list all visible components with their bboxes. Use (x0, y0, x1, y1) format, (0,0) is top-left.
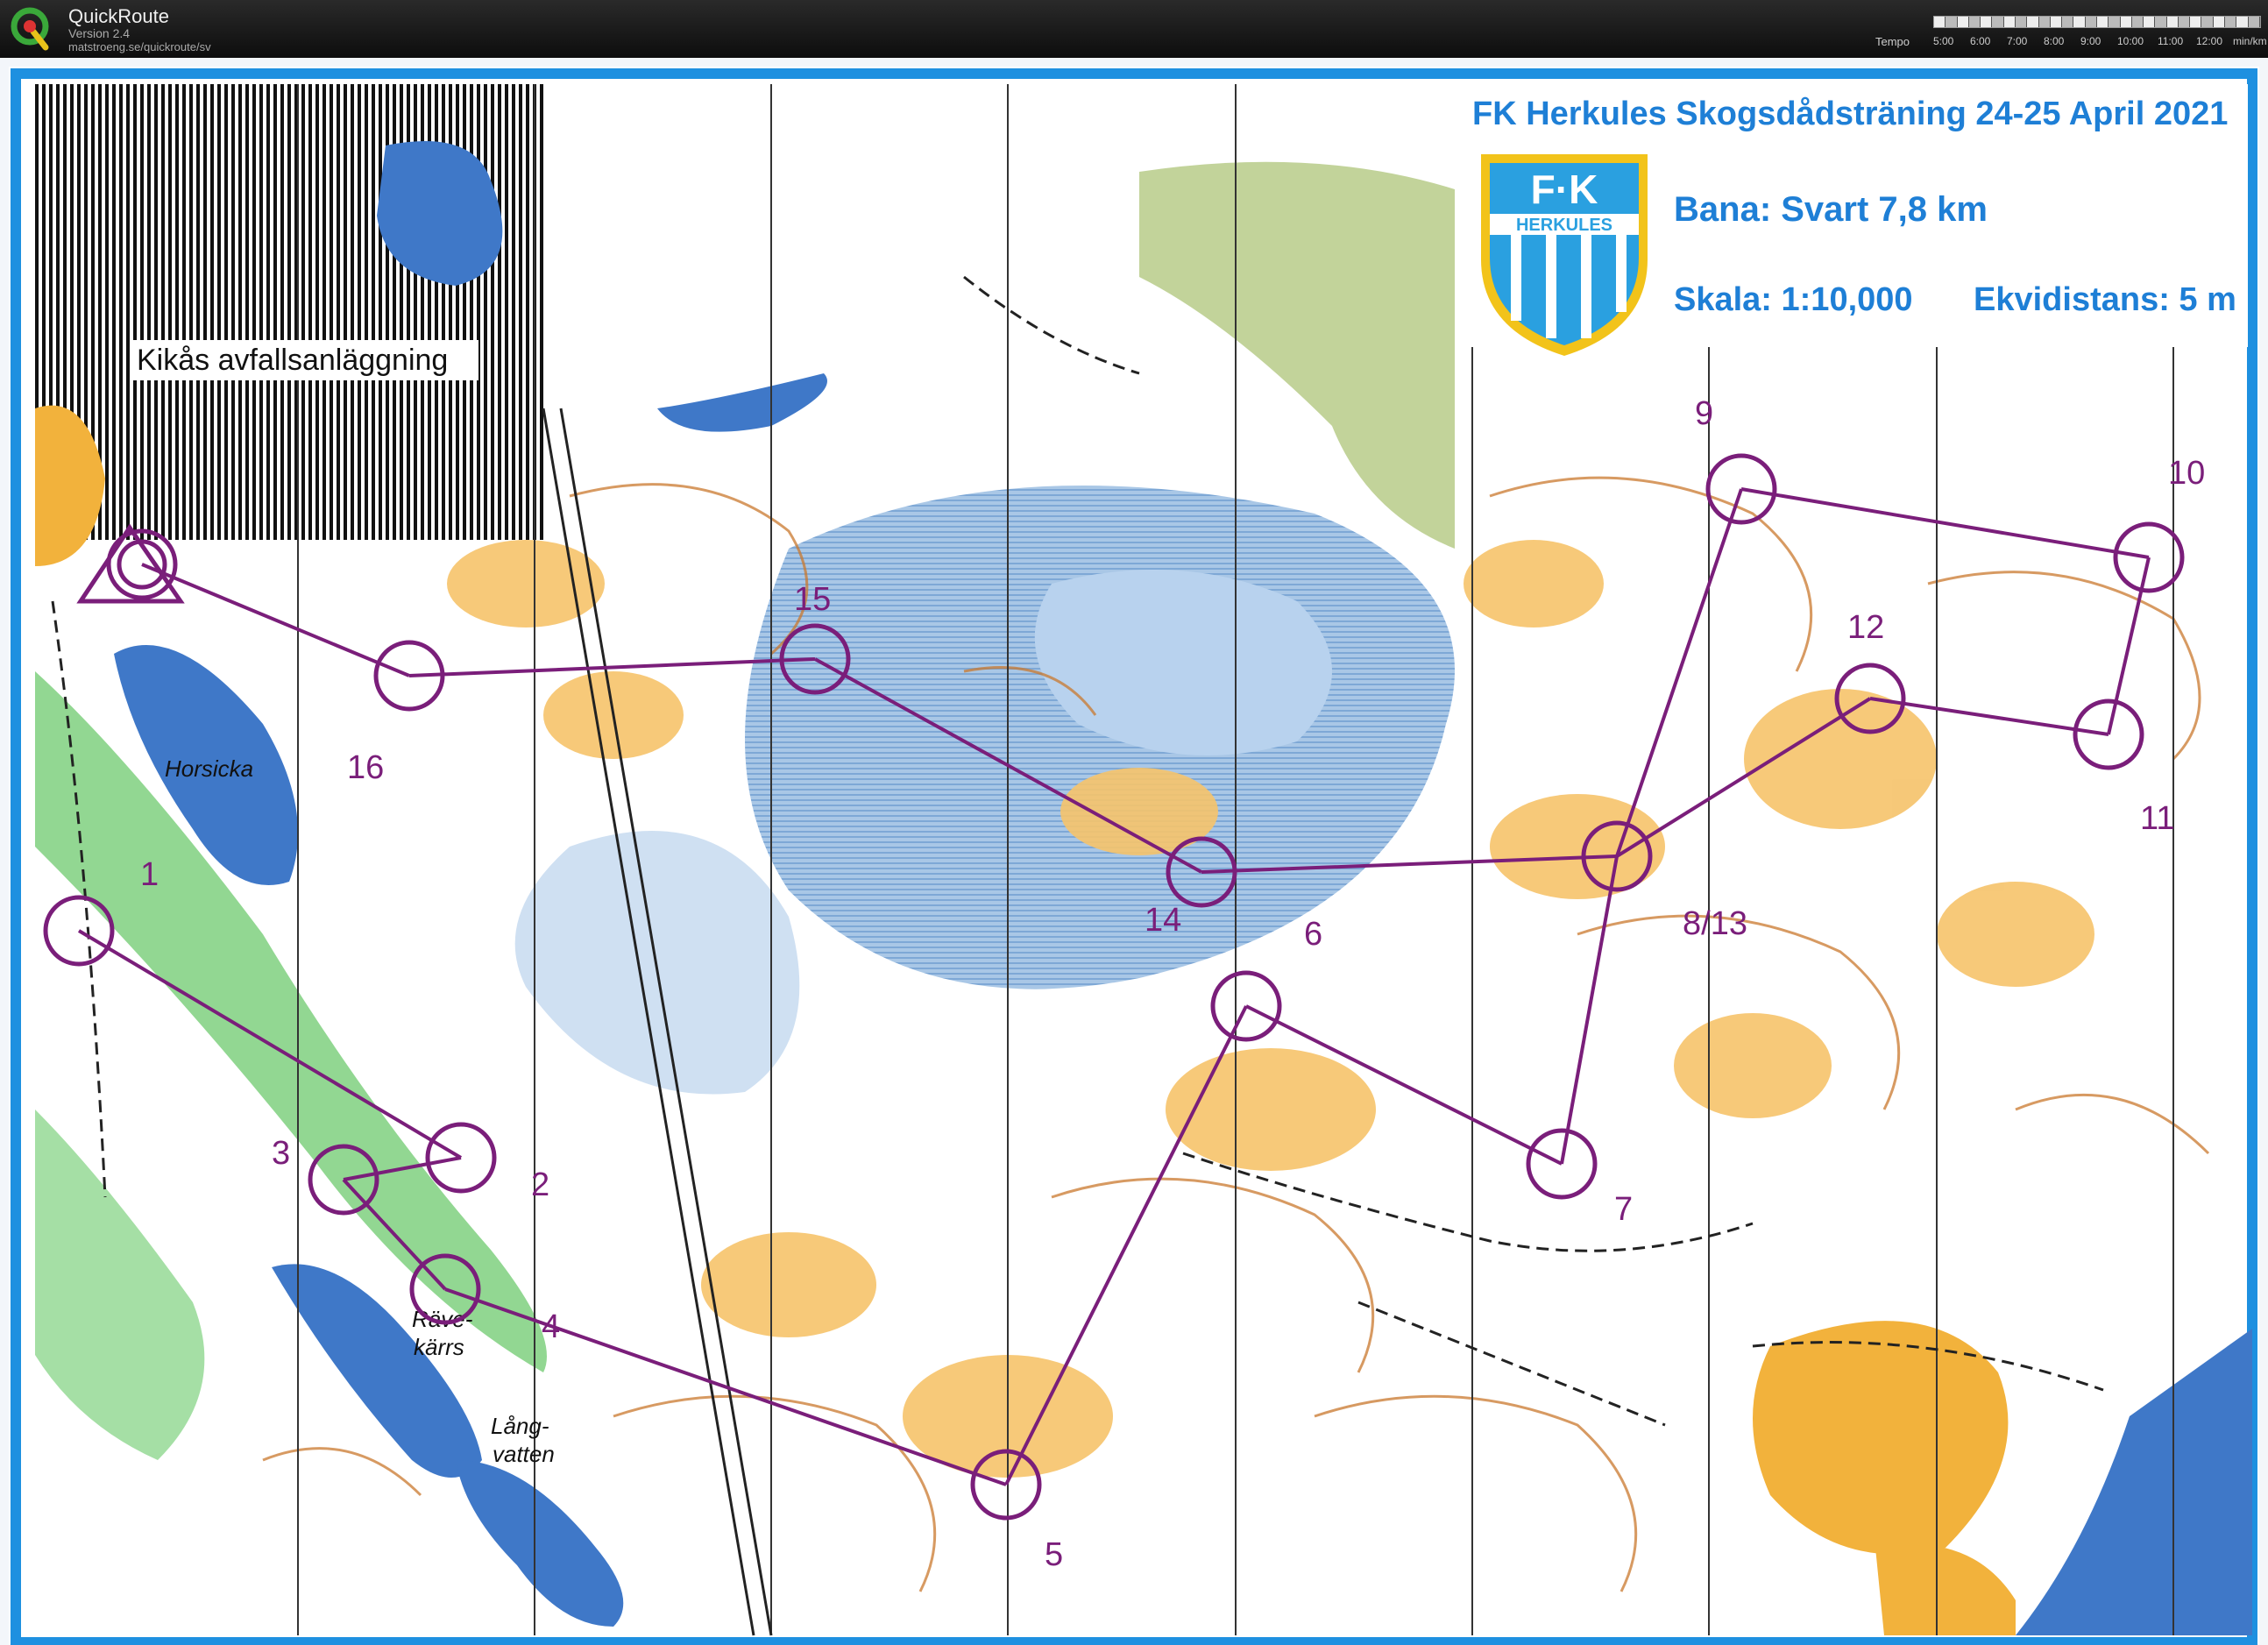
quickroute-logo-icon (11, 7, 49, 51)
control-number: 16 (347, 749, 384, 786)
tempo-tick: 6:00 (1970, 35, 1991, 47)
tempo-color-bar (1933, 16, 2261, 28)
tempo-bar-segment (2050, 17, 2063, 27)
tempo-bar-segment (2038, 17, 2051, 27)
lake-label: vatten (493, 1441, 555, 1467)
tempo-bar-segment (2178, 17, 2191, 27)
tempo-tick: 10:00 (2117, 35, 2144, 47)
control-number: 2 (531, 1166, 549, 1203)
tempo-bar-segment (2166, 17, 2179, 27)
control-number: 15 (794, 581, 831, 618)
app-version: Version 2.4 (68, 26, 131, 40)
lake-label: Lång- (491, 1413, 549, 1439)
tempo-bar-segment (2015, 17, 2028, 27)
lake-label: Horsicka (165, 755, 253, 782)
control-number: 3 (272, 1135, 290, 1172)
tempo-bar-segment (1968, 17, 1981, 27)
club-logo-letters: F·K (1531, 167, 1598, 212)
title-bar: QuickRoute Version 2.4 matstroeng.se/qui… (0, 0, 2268, 58)
tempo-bar-segment (2062, 17, 2074, 27)
tempo-bar-segment (2236, 17, 2249, 27)
control-number: 9 (1695, 395, 1713, 432)
app-url: matstroeng.se/quickroute/sv (68, 40, 211, 53)
tempo-bar-segment (2096, 17, 2109, 27)
tempo-bar-segment (2225, 17, 2237, 27)
tempo-bar-segment (2201, 17, 2214, 27)
control-number: 4 (542, 1308, 560, 1345)
tempo-bar-segment (2120, 17, 2132, 27)
control-number: 5 (1045, 1536, 1063, 1573)
tempo-tick: 11:00 (2158, 35, 2184, 47)
control-number: 1 (140, 856, 159, 893)
map-title: FK Herkules Skogsdådsträning 24-25 April… (1472, 96, 2228, 132)
tempo-bar-segment (1946, 17, 1958, 27)
club-logo-banner: HERKULES (1516, 216, 1612, 235)
tempo-tick: 7:00 (2007, 35, 2028, 47)
tempo-bar-segment (2144, 17, 2156, 27)
lake-label: kärrs (414, 1334, 464, 1360)
tempo-bar-segment (2085, 17, 2097, 27)
tempo-tick: 5:00 (1933, 35, 1954, 47)
tempo-tick: 12:00 (2196, 35, 2223, 47)
tempo-bar-segment (2213, 17, 2226, 27)
tempo-tick: 8:00 (2044, 35, 2065, 47)
contour-interval: Ekvidistans: 5 m (1974, 281, 2236, 318)
tempo-bar-segment (2073, 17, 2086, 27)
tempo-bar-segment (2155, 17, 2167, 27)
app-name: QuickRoute (68, 5, 169, 27)
tempo-bar-segment (2027, 17, 2039, 27)
orienteering-map[interactable]: FK Herkules Skogsdådsträning 24-25 April… (0, 58, 2268, 1645)
tempo-bar-segment (2248, 17, 2260, 27)
control-number: 8/13 (1683, 905, 1747, 942)
tempo-bar-segment (1934, 17, 1946, 27)
tempo-bar-segment (2190, 17, 2202, 27)
tempo-bar-segment (1992, 17, 2004, 27)
tempo-bar-segment (2131, 17, 2144, 27)
tempo-bar-segment (2003, 17, 2016, 27)
control-number: 10 (2168, 455, 2205, 492)
tempo-bar-segment (1957, 17, 1969, 27)
tempo-tick: 9:00 (2080, 35, 2101, 47)
tempo-label: Tempo (1875, 35, 1910, 48)
course-name: Bana: Svart 7,8 km (1674, 190, 1988, 229)
facility-label: Kikås avfallsanläggning (137, 344, 448, 377)
control-number: 6 (1304, 916, 1322, 953)
control-number: 12 (1847, 609, 1884, 646)
control-number: 7 (1614, 1191, 1633, 1228)
tempo-bar-segment (1981, 17, 1993, 27)
tempo-unit: min/km (2233, 35, 2267, 47)
control-number: 11 (2140, 800, 2174, 837)
tempo-bar-segment (2109, 17, 2121, 27)
tempo-legend: Tempo 5:00 6:00 7:00 8:00 9:00 10:00 11:… (1875, 14, 2267, 53)
control-number: 14 (1145, 902, 1181, 939)
map-scale: Skala: 1:10,000 (1674, 281, 1913, 318)
map-canvas[interactable]: FK Herkules Skogsdådsträning 24-25 April… (0, 58, 2268, 1645)
